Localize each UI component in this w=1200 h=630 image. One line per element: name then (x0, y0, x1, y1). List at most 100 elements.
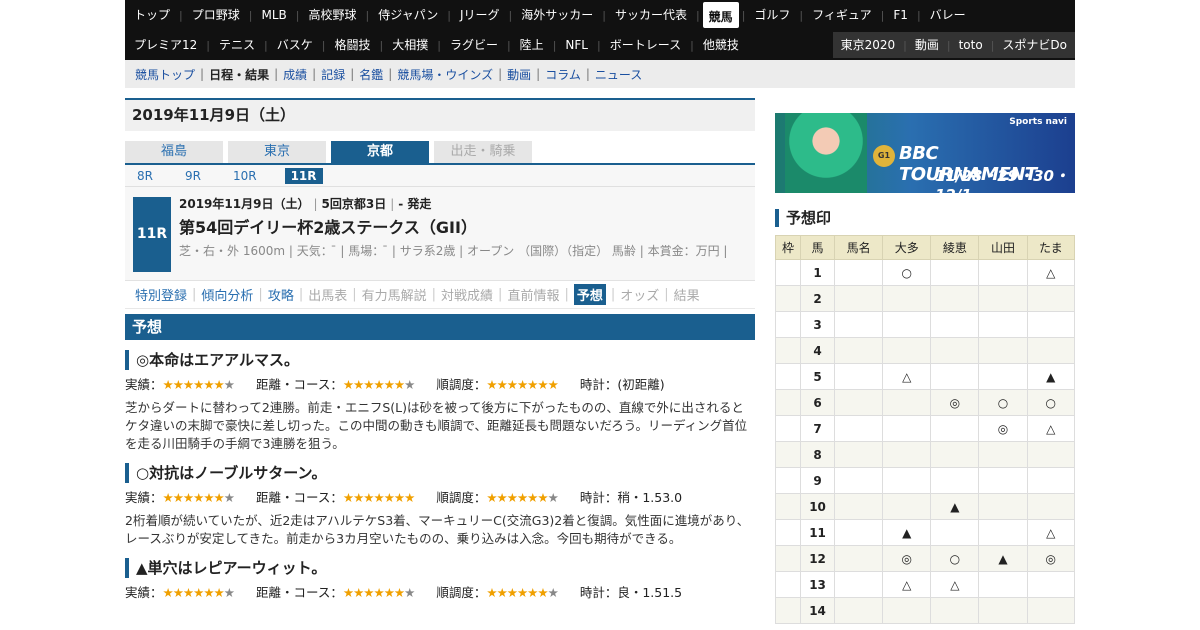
venue-tab[interactable]: 福島 (125, 141, 223, 163)
subnav-link[interactable]: ニュース (595, 66, 642, 83)
table-cell (978, 259, 1028, 286)
nav-item[interactable]: 高校野球 (299, 0, 365, 30)
subnav-link[interactable]: 競馬トップ (135, 66, 195, 83)
nav-item[interactable]: toto (951, 32, 991, 58)
table-cell (774, 337, 802, 364)
race-menu-item[interactable]: 傾向分析 (201, 285, 253, 304)
venue-tab[interactable]: 出走・騎乗 (434, 141, 532, 163)
table-cell: ◎ (1026, 545, 1076, 572)
nav-item[interactable]: テニス (210, 30, 264, 60)
table-cell: ○ (1026, 389, 1076, 416)
table-cell (834, 285, 884, 312)
nav-item[interactable]: 大相撲 (383, 30, 437, 60)
nav-item[interactable]: スポナビDo (994, 32, 1075, 58)
table-cell (834, 597, 884, 624)
subnav-link[interactable]: 競馬場・ウインズ (397, 66, 493, 83)
pick-title: ○対抗はノーブルサターン。 (125, 463, 755, 483)
subnav-link[interactable]: コラム (545, 66, 581, 83)
nav-item[interactable]: 動画 (907, 32, 947, 58)
race-menu-item[interactable]: 特別登録 (135, 285, 187, 304)
horse-number: 3 (800, 311, 836, 338)
nav-item[interactable]: プロ野球 (183, 0, 249, 30)
race-detail: 芝・右・外 1600m | 天気： ̄ | 馬場： ̄ | サラ系2歳 | オー… (179, 244, 728, 258)
table-row: 8 (774, 441, 1076, 468)
table-header: 山田 (978, 235, 1028, 260)
nav-item[interactable]: Jリーグ (451, 0, 509, 30)
horse-number: 14 (800, 597, 836, 624)
race-menu-item[interactable]: 出馬表 (308, 285, 347, 304)
nav-item[interactable]: フィギュア (803, 0, 881, 30)
race-tab[interactable]: 11R (284, 167, 323, 184)
nav-item[interactable]: サッカー代表 (606, 0, 696, 30)
stat-label: 順調度： (436, 377, 487, 392)
nav-item[interactable]: バレー (921, 0, 975, 30)
rating-stars: ★★★★★★★ (342, 377, 415, 392)
nav-item[interactable]: ボートレース (601, 30, 690, 60)
nav-item[interactable]: 海外サッカー (512, 0, 602, 30)
race-menu-item[interactable]: 有力馬解説 (362, 285, 427, 304)
nav-item[interactable]: 他競技 (694, 30, 748, 60)
nav-item[interactable]: 競馬 (702, 2, 739, 28)
separator: | (695, 8, 700, 22)
horse-number: 12 (800, 545, 836, 572)
table-cell (774, 597, 802, 624)
race-name: 第54回デイリー杯2歳ステークス（GII） (179, 218, 477, 237)
pick-stats: 実績：★★★★★★★ 距離・コース：★★★★★★★ 順調度：★★★★★★★ 時計：稍・… (125, 487, 755, 506)
nav-item[interactable]: MLB (252, 0, 295, 30)
stat-label: 実績： (125, 585, 163, 600)
subnav-link[interactable]: 名鑑 (359, 66, 383, 83)
nav-item[interactable]: 陸上 (511, 30, 553, 60)
banner-figure (785, 113, 867, 193)
race-tab[interactable]: 8R (133, 168, 157, 184)
race-menu-item[interactable]: 対戦成績 (441, 285, 493, 304)
banner-brand: Sports navi (1009, 117, 1067, 127)
separator: | (610, 287, 616, 302)
nav-item[interactable]: 東京2020 (833, 32, 904, 58)
table-cell: △ (930, 571, 980, 598)
rating-stars: ★★★★★★★ (342, 490, 415, 505)
table-cell (882, 597, 932, 624)
rating-stars: ★★★★★★★ (486, 585, 558, 600)
venue-tab[interactable]: 京都 (331, 141, 429, 163)
separator: | (388, 67, 393, 81)
race-menu-item[interactable]: 予想 (573, 284, 606, 305)
table-cell (1026, 571, 1076, 598)
table-cell (1026, 493, 1076, 520)
nav-item[interactable]: F1 (884, 0, 917, 30)
race-menu-item[interactable]: オッズ (620, 285, 659, 304)
table-cell: △ (1026, 415, 1076, 442)
stat-kyori: 距離・コース：★★★★★★★ (256, 582, 415, 601)
race-tab[interactable]: 9R (181, 168, 205, 184)
table-cell (882, 467, 932, 494)
race-menu-item[interactable]: 結果 (674, 285, 700, 304)
stat-junchou: 順調度：★★★★★★★ (436, 582, 559, 601)
subnav-link[interactable]: 日程・結果 (209, 66, 269, 83)
table-row: 14 (774, 597, 1076, 624)
race-meta: 2019年11月9日（土） | 5回京都3日 | - 発走 (179, 197, 432, 211)
separator: | (274, 67, 279, 81)
nav-item[interactable]: 侍ジャパン (369, 0, 447, 30)
nav-item[interactable]: プレミア12 (125, 30, 206, 60)
subnav-link[interactable]: 成績 (283, 66, 307, 83)
subnav-link[interactable]: 記録 (321, 66, 345, 83)
nav-item[interactable]: バスケ (268, 30, 322, 60)
table-cell (774, 311, 802, 338)
nav-item[interactable]: ゴルフ (745, 0, 799, 30)
race-start: - 発走 (398, 197, 432, 211)
table-cell: ▲ (1026, 363, 1076, 390)
table-cell (978, 597, 1028, 624)
race-menu-item[interactable]: 直前情報 (507, 285, 559, 304)
race-menu-item[interactable]: 攻略 (268, 285, 294, 304)
race-tab[interactable]: 10R (229, 168, 261, 184)
ad-banner[interactable]: G1 BBC TOURNAMENT 11/28・29・30・12/1 Sport… (775, 113, 1075, 193)
pick-item: ○対抗はノーブルサターン。 実績：★★★★★★★ 距離・コース：★★★★★★★ 順調度… (125, 463, 755, 548)
pick-item: ◎本命はエアアルマス。 実績：★★★★★★★ 距離・コース：★★★★★★★ 順調度：★… (125, 350, 755, 453)
subnav-link[interactable]: 動画 (507, 66, 531, 83)
nav-item[interactable]: NFL (556, 30, 597, 60)
venue-tab[interactable]: 東京 (228, 141, 326, 163)
table-cell (978, 285, 1028, 312)
nav-item[interactable]: ラグビー (441, 30, 507, 60)
pick-body: 2桁着順が続いていたが、近2走はアハルテケS3着、マーキュリーC(交流G3)2着… (125, 513, 750, 546)
nav-item[interactable]: 格闘技 (325, 30, 379, 60)
nav-item[interactable]: トップ (125, 0, 179, 30)
